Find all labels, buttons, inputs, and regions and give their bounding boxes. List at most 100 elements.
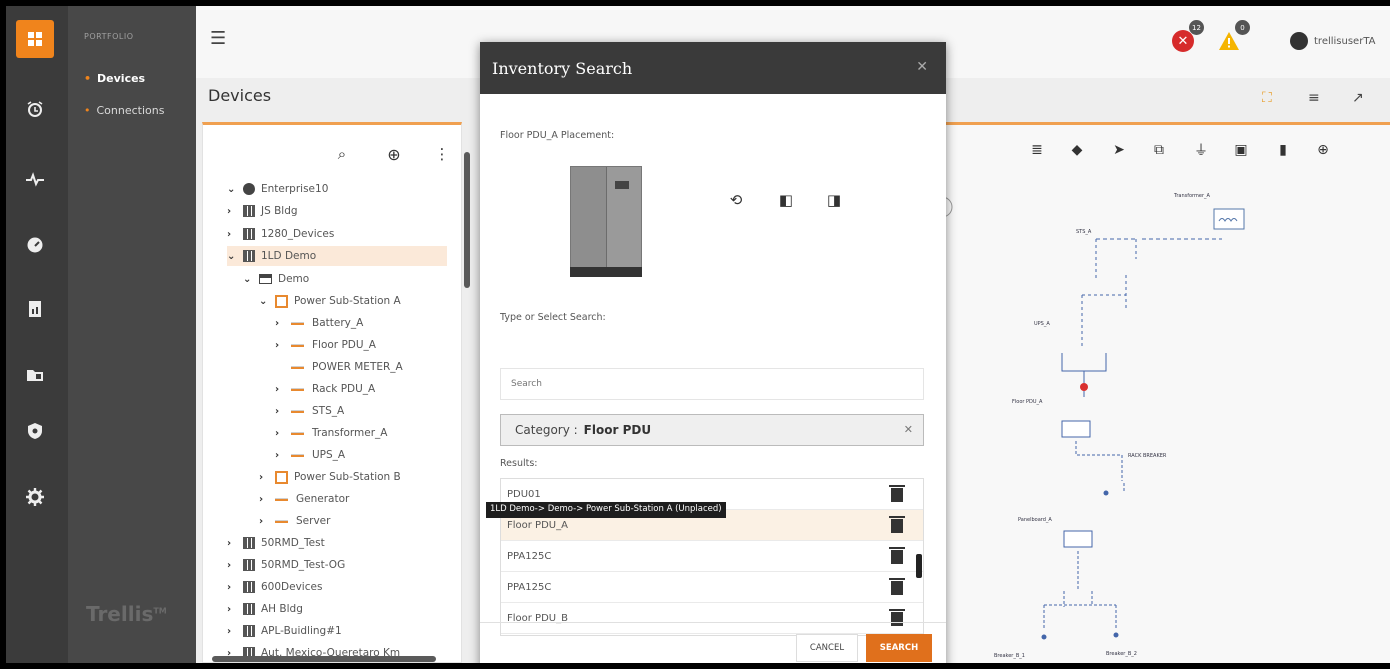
chevron-right-icon[interactable]: ›: [227, 582, 239, 593]
tree-node-label: Demo: [278, 273, 310, 285]
nav-item-devices[interactable]: • Devices: [84, 72, 145, 85]
chevron-right-icon[interactable]: ›: [275, 340, 287, 351]
chevron-right-icon[interactable]: ›: [227, 538, 239, 549]
list-icon[interactable]: ≣: [1026, 139, 1048, 161]
tree-node[interactable]: › 50RMD_Test-OG: [227, 555, 345, 575]
tree-node[interactable]: › JS Bldg: [227, 201, 298, 221]
tree-node[interactable]: › APL-Buidling#1: [227, 621, 342, 641]
hierarchy-icon[interactable]: ⛶: [1262, 90, 1272, 106]
tree-node[interactable]: POWER METER_A: [275, 357, 403, 377]
result-item[interactable]: PPA125C: [501, 541, 923, 572]
archive-icon[interactable]: [889, 578, 905, 595]
tree-node[interactable]: › STS_A: [275, 401, 344, 421]
warning-count: 0: [1235, 20, 1250, 35]
connect-icon[interactable]: ⧉: [1148, 139, 1170, 161]
tree-vertical-scrollbar[interactable]: [464, 152, 470, 288]
chevron-down-icon[interactable]: ⌄: [259, 296, 271, 307]
tree-node[interactable]: › 600Devices: [227, 577, 322, 597]
add-icon[interactable]: ⊕: [383, 143, 405, 165]
rotate-icon[interactable]: ⟲: [726, 190, 746, 210]
error-alert-icon[interactable]: ✕ 12: [1172, 20, 1204, 52]
portfolio-icon[interactable]: [16, 20, 54, 58]
filter-icon[interactable]: ⏚: [1190, 139, 1212, 161]
tree-node-selected[interactable]: ⌄ 1LD Demo: [227, 246, 447, 266]
clear-category-icon[interactable]: ✕: [904, 423, 913, 436]
save-icon[interactable]: ▣: [1230, 139, 1252, 161]
tree-node[interactable]: › AH Bldg: [227, 599, 303, 619]
chevron-down-icon[interactable]: ⌄: [243, 274, 255, 285]
user-avatar-icon[interactable]: [1290, 32, 1308, 50]
cabinet-display: [615, 181, 629, 189]
tree-node-enterprise[interactable]: ⌄ Enterprise10: [227, 179, 328, 199]
add-circle-icon[interactable]: ⊕: [1312, 139, 1334, 161]
results-scrollbar[interactable]: [916, 554, 922, 578]
device-icon: [291, 343, 304, 347]
chevron-right-icon[interactable]: ›: [227, 206, 239, 217]
chevron-right-icon[interactable]: ›: [275, 406, 287, 417]
tree-node[interactable]: ⌄ Demo: [243, 269, 309, 289]
chevron-down-icon[interactable]: ⌄: [227, 184, 239, 195]
archive-icon[interactable]: [889, 516, 905, 533]
building-icon: [243, 603, 255, 615]
chevron-right-icon[interactable]: ›: [259, 472, 271, 483]
result-item[interactable]: PPA125C: [501, 572, 923, 603]
chevron-right-icon[interactable]: ›: [275, 450, 287, 461]
username[interactable]: trellisuserTA: [1314, 36, 1376, 47]
chevron-right-icon[interactable]: ›: [227, 229, 239, 240]
nav-item-connections[interactable]: • Connections: [84, 104, 164, 117]
tree-node[interactable]: › Floor PDU_A: [275, 335, 376, 355]
chevron-right-icon[interactable]: ›: [259, 494, 271, 505]
folder-icon[interactable]: [16, 356, 54, 394]
tag-icon[interactable]: ◆: [1066, 139, 1088, 161]
search-icon[interactable]: ⌕: [331, 143, 353, 165]
gauge-icon[interactable]: [16, 226, 54, 264]
delete-icon[interactable]: ▮: [1272, 139, 1294, 161]
device-icon: [275, 497, 288, 501]
chevron-right-icon[interactable]: ›: [275, 318, 287, 329]
more-options-icon[interactable]: ⋮: [431, 143, 453, 165]
warning-alert-icon[interactable]: 0: [1218, 20, 1250, 52]
device-icon: [291, 387, 304, 391]
pointer-icon[interactable]: ➤: [1108, 139, 1130, 161]
archive-icon[interactable]: [889, 609, 905, 626]
tree-node[interactable]: › Power Sub-Station B: [259, 467, 401, 487]
diagram-canvas[interactable]: ≣ ◆ ➤ ⧉ ⏚ ▣ ▮ ⊕ Transformer_A STS_A UPS_…: [942, 122, 1390, 663]
tree-node[interactable]: › 1280_Devices: [227, 224, 334, 244]
tree-node[interactable]: › Rack PDU_A: [275, 379, 375, 399]
flip-left-icon[interactable]: ◧: [776, 190, 796, 210]
tree-node[interactable]: › Transformer_A: [275, 423, 387, 443]
chevron-right-icon[interactable]: ›: [227, 560, 239, 571]
archive-icon[interactable]: [889, 547, 905, 564]
archive-icon[interactable]: [889, 485, 905, 502]
tree-node[interactable]: › UPS_A: [275, 445, 345, 465]
flip-right-icon[interactable]: ◨: [824, 190, 844, 210]
close-icon[interactable]: ✕: [916, 59, 928, 75]
cancel-button[interactable]: CANCEL: [796, 634, 858, 662]
chevron-right-icon[interactable]: ›: [275, 428, 287, 439]
list-view-icon[interactable]: ≡: [1308, 90, 1320, 106]
result-item[interactable]: Floor PDU_B: [501, 603, 923, 634]
chevron-right-icon[interactable]: ›: [227, 604, 239, 615]
category-filter-chip[interactable]: Category : Floor PDU ✕: [500, 414, 924, 446]
tree-node[interactable]: ⌄ Power Sub-Station A: [259, 291, 401, 311]
nav-item-label: Connections: [96, 104, 165, 117]
chevron-right-icon[interactable]: ›: [259, 516, 271, 527]
shield-icon[interactable]: [16, 412, 54, 450]
pulse-icon[interactable]: [16, 160, 54, 198]
tree-node[interactable]: › Battery_A: [275, 313, 363, 333]
tree-node-label: JS Bldg: [261, 205, 298, 217]
chevron-right-icon[interactable]: ›: [275, 384, 287, 395]
hamburger-menu-icon[interactable]: ☰: [210, 28, 226, 49]
search-input[interactable]: [500, 368, 924, 400]
alarm-clock-icon[interactable]: [16, 90, 54, 128]
tree-node[interactable]: › Generator: [259, 489, 349, 509]
search-button[interactable]: SEARCH: [866, 634, 932, 662]
chevron-down-icon[interactable]: ⌄: [227, 251, 239, 262]
tree-horizontal-scrollbar[interactable]: [212, 656, 436, 662]
gear-icon[interactable]: [16, 478, 54, 516]
report-icon[interactable]: [16, 290, 54, 328]
tree-node[interactable]: › 50RMD_Test: [227, 533, 325, 553]
expand-icon[interactable]: ↗: [1352, 90, 1364, 106]
chevron-right-icon[interactable]: ›: [227, 626, 239, 637]
tree-node[interactable]: › Server: [259, 511, 330, 531]
